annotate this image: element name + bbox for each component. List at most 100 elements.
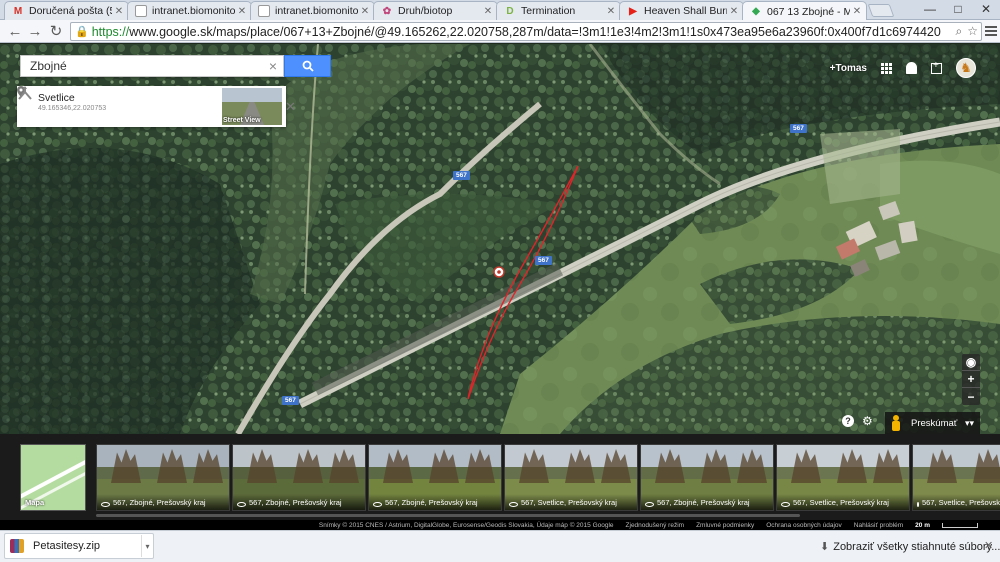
imagery-copyright: Snímky © 2015 CNES / Astrium, DigitalGlo… (318, 521, 614, 529)
account-bar: +Tomas ♞ (830, 58, 976, 78)
street-photo-thumbnail[interactable]: 567, Svetlice, Prešovský kraj (776, 444, 910, 511)
zoom-out-button[interactable]: − (962, 388, 980, 405)
report-problem-link[interactable]: Nahlásiť problém (854, 522, 903, 529)
notifications-bell-icon[interactable] (906, 62, 917, 74)
zoom-in-button[interactable]: + (962, 371, 980, 388)
close-tab-icon[interactable]: ✕ (483, 6, 493, 17)
tab-strip: MDoručená pošta (53)✕intranet.biomonitor… (0, 0, 1000, 21)
url-text: www.google.sk/maps/place/067+13+Zbojné/@… (129, 24, 941, 39)
google-maps-icon: ◆ (752, 6, 760, 17)
my-location-icon[interactable]: ◉ (962, 354, 980, 371)
download-shelf: Petasitesy.zip ▾ ⬇ Zobraziť všetky stiah… (0, 530, 1000, 562)
search-button[interactable] (284, 55, 331, 77)
page-icon (135, 5, 147, 17)
browser-toolbar: ← → ↻ 🔒 https:// www.google.sk/maps/plac… (0, 20, 1000, 43)
photo-caption: 567, Svetlice, Prešovský kraj (521, 498, 617, 507)
road-shield-567: 567 (790, 124, 807, 133)
close-tab-icon[interactable]: ✕ (852, 6, 862, 17)
maximize-button[interactable]: □ (944, 0, 972, 18)
map-bottom-controls: ? ⚙ (842, 414, 873, 428)
bookmark-star-icon[interactable]: ☆ (967, 24, 978, 39)
close-shelf-icon[interactable]: ✕ (984, 539, 993, 552)
browser-tab[interactable]: intranet.biomonitoring✕ (127, 1, 252, 20)
street-photo-thumbnail[interactable]: 567, Zbojné, Prešovský kraj (232, 444, 366, 511)
satellite-map[interactable]: 567 567 567 567 × Svetlice 49.165346,22.… (0, 44, 1000, 434)
close-tab-icon[interactable]: ✕ (360, 6, 370, 17)
forward-arrow-icon[interactable]: → (26, 22, 44, 40)
browser-tab[interactable]: intranet.biomonitoring✕ (250, 1, 375, 20)
street-photo-thumbnail[interactable]: 567, Svetlice, Prešovský kraj (504, 444, 638, 511)
new-tab-button[interactable] (867, 4, 895, 17)
pegman-icon[interactable] (891, 415, 901, 431)
lock-icon: 🔒 (75, 26, 89, 38)
apps-grid-icon[interactable] (881, 62, 892, 74)
show-all-downloads-link[interactable]: ⬇ Zobraziť všetky stiahnuté súbory... (820, 540, 1000, 554)
share-plus-icon[interactable] (931, 60, 942, 74)
street-photo-thumbnail[interactable]: 567, Zbojné, Prešovský kraj (368, 444, 502, 511)
avatar[interactable]: ♞ (956, 58, 976, 78)
directions-icon[interactable] (17, 86, 33, 100)
browser-tab[interactable]: ◆ 067 13 Zbojné - Mapy✕ (742, 1, 867, 21)
tab-title: 067 13 Zbojné - Mapy (767, 5, 850, 18)
close-card-icon[interactable]: ✕ (285, 99, 296, 115)
url-scheme: https:// (91, 24, 130, 39)
chevron-down-icon[interactable]: ▾ (141, 535, 153, 557)
place-card[interactable]: Svetlice 49.165346,22.020753 Street View… (17, 86, 296, 127)
browser-tab[interactable]: M Doručená pošta (53)✕ (4, 1, 129, 20)
search-icon (302, 60, 314, 72)
back-arrow-icon[interactable]: ← (6, 22, 24, 40)
close-window-button[interactable]: ✕ (972, 0, 1000, 18)
minimize-button[interactable]: — (916, 0, 944, 18)
help-icon[interactable]: ? (842, 415, 854, 427)
panorama-icon (781, 502, 790, 507)
map-thumb-label: Mapa (25, 498, 45, 507)
close-tab-icon[interactable]: ✕ (729, 6, 739, 17)
clear-search-icon[interactable]: × (269, 58, 277, 74)
map-view-thumbnail[interactable]: Mapa (20, 444, 86, 511)
close-tab-icon[interactable]: ✕ (606, 6, 616, 17)
download-arrow-icon: ⬇ (820, 541, 830, 553)
place-coordinates: 49.165346,22.020753 (38, 105, 107, 112)
browser-tab[interactable]: ✿ Druh/biotop ✕ (373, 1, 498, 20)
reload-icon[interactable]: ↻ (47, 22, 65, 40)
zoom-control: ◉ + − (962, 354, 980, 405)
panorama-icon (645, 502, 654, 507)
page-icon (258, 5, 270, 17)
street-photo-thumbnail[interactable]: 567, Zbojné, Prešovský kraj (96, 444, 230, 511)
street-photo-thumbnail[interactable]: 567, Svetlice, Prešovský kraj (912, 444, 1000, 511)
tab-title: intranet.biomonitoring (152, 5, 235, 17)
browser-menu-icon[interactable] (984, 24, 998, 38)
explore-button[interactable]: Preskúmať ▾▾ (885, 412, 980, 434)
lite-mode-link[interactable]: Zjednodušený režim (626, 522, 685, 529)
street-photo-thumbnail[interactable]: 567, Zbojné, Prešovský kraj (640, 444, 774, 511)
terms-link[interactable]: Zmluvné podmienky (696, 522, 754, 529)
road-shield-567: 567 (282, 396, 299, 405)
gear-icon[interactable]: ⚙ (862, 414, 873, 428)
map-footer: Snímky © 2015 CNES / Astrium, DigitalGlo… (0, 520, 1000, 530)
panorama-icon (101, 502, 110, 507)
tab-title: Druh/biotop (398, 5, 453, 17)
close-tab-icon[interactable]: ✕ (237, 6, 247, 17)
scale-bar (942, 522, 978, 528)
search-box[interactable]: × (20, 55, 284, 77)
show-all-label: Zobraziť všetky stiahnuté súbory... (833, 540, 1000, 553)
google-plus-user-link[interactable]: +Tomas (830, 63, 867, 74)
youtube-icon: ▶ (629, 5, 637, 17)
termination-icon: D (506, 5, 514, 17)
browser-tab[interactable]: ▶ Heaven Shall Burn ✕ (619, 1, 744, 20)
search-icon[interactable]: ⌕ (956, 24, 963, 39)
download-item[interactable]: Petasitesy.zip ▾ (4, 533, 154, 559)
filmstrip-scrollbar[interactable] (96, 514, 800, 517)
search-input[interactable] (30, 59, 260, 73)
tab-title: intranet.biomonitoring (275, 5, 358, 17)
privacy-link[interactable]: Ochrana osobných údajov (766, 522, 842, 529)
street-view-thumbnail[interactable]: Street View (222, 88, 282, 125)
photo-caption: 567, Zbojné, Prešovský kraj (385, 498, 478, 507)
close-tab-icon[interactable]: ✕ (114, 6, 124, 17)
gmail-icon: M (13, 5, 23, 17)
address-bar[interactable]: 🔒 https:// www.google.sk/maps/place/067+… (70, 22, 982, 41)
browser-tab[interactable]: D Termination ✕ (496, 1, 621, 20)
tab-title: Termination (521, 5, 576, 17)
photo-filmstrip: Mapa 567, Zbojné, Prešovský kraj 567, Zbo… (0, 434, 1000, 520)
zip-archive-icon (10, 539, 24, 553)
